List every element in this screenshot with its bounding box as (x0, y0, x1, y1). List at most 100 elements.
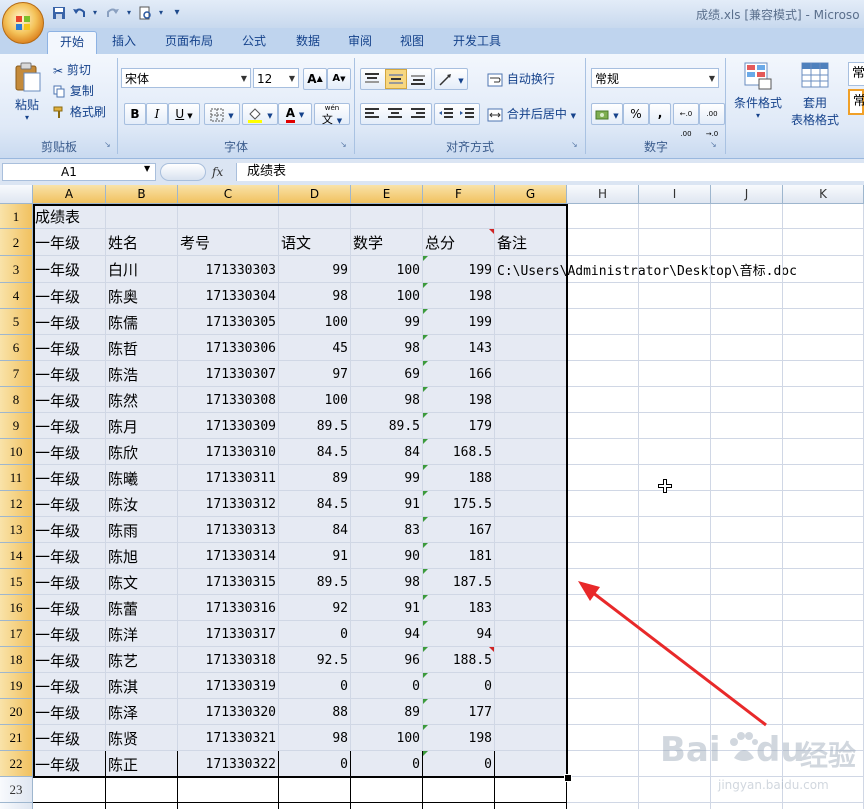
number-format-dropdown-icon[interactable]: ▼ (709, 69, 715, 89)
cut-button[interactable]: ✂ 剪切 (52, 60, 110, 80)
cell-g5[interactable] (495, 309, 567, 335)
cell-g8[interactable] (495, 387, 567, 413)
cell-c7[interactable]: 171330307 (178, 361, 279, 387)
cell-c5[interactable]: 171330305 (178, 309, 279, 335)
cell-f1[interactable] (423, 204, 495, 229)
cell-a22[interactable]: 一年级 (33, 751, 106, 777)
redo-icon[interactable] (106, 6, 120, 20)
cell-b6[interactable]: 陈哲 (106, 335, 178, 361)
cell-c22[interactable]: 171330322 (178, 751, 279, 777)
cell-a9[interactable]: 一年级 (33, 413, 106, 439)
print-preview-icon[interactable] (138, 6, 152, 20)
cell-j3[interactable] (711, 256, 783, 283)
cell-d17[interactable]: 0 (279, 621, 351, 647)
cell-c8[interactable]: 171330308 (178, 387, 279, 413)
cell-d4[interactable]: 98 (279, 283, 351, 309)
align-top-icon[interactable] (364, 72, 380, 86)
cell-h5[interactable] (567, 309, 639, 335)
cell-g3[interactable]: C:\Users\Administrator\Desktop\音标.doc (495, 256, 797, 283)
cell-d18[interactable]: 92.5 (279, 647, 351, 673)
cell-g14[interactable] (495, 543, 567, 569)
cell-g19[interactable] (495, 673, 567, 699)
row-header-13[interactable]: 13 (0, 517, 33, 543)
cell-e9[interactable]: 89.5 (351, 413, 423, 439)
cell-e11[interactable]: 99 (351, 465, 423, 491)
cell-d21[interactable]: 98 (279, 725, 351, 751)
cell-f22[interactable]: 0 (423, 751, 495, 777)
cell-d11[interactable]: 89 (279, 465, 351, 491)
cell-b17[interactable]: 陈洋 (106, 621, 178, 647)
cell-i9[interactable] (639, 413, 711, 439)
cell-a11[interactable]: 一年级 (33, 465, 106, 491)
row-header-19[interactable]: 19 (0, 673, 33, 699)
cell-b23[interactable] (106, 777, 178, 803)
cell-f6[interactable]: 143 (423, 335, 495, 361)
column-header-d[interactable]: D (279, 185, 351, 204)
cell-j10[interactable] (711, 439, 783, 465)
cell-h4[interactable] (567, 283, 639, 309)
row-header-6[interactable]: 6 (0, 335, 33, 361)
cell-a4[interactable]: 一年级 (33, 283, 106, 309)
cell-g21[interactable] (495, 725, 567, 751)
cell-a18[interactable]: 一年级 (33, 647, 106, 673)
row-header-17[interactable]: 17 (0, 621, 33, 647)
fill-dropdown-icon[interactable]: ▼ (267, 112, 272, 120)
cell-f23[interactable] (423, 777, 495, 803)
cell-j7[interactable] (711, 361, 783, 387)
cell-h3[interactable] (567, 256, 639, 283)
cell-g24[interactable] (495, 803, 567, 809)
cell-f19[interactable]: 0 (423, 673, 495, 699)
align-left-icon[interactable] (364, 107, 380, 121)
cell-k13[interactable] (783, 517, 864, 543)
cell-d10[interactable]: 84.5 (279, 439, 351, 465)
increase-indent-icon[interactable] (459, 107, 475, 121)
cell-j2[interactable] (711, 229, 783, 256)
cell-c10[interactable]: 171330310 (178, 439, 279, 465)
cell-g18[interactable] (495, 647, 567, 673)
cell-h13[interactable] (567, 517, 639, 543)
cell-e20[interactable]: 89 (351, 699, 423, 725)
cell-c24[interactable] (178, 803, 279, 809)
cell-k2[interactable] (783, 229, 864, 256)
cell-b5[interactable]: 陈儒 (106, 309, 178, 335)
cell-k6[interactable] (783, 335, 864, 361)
cell-i5[interactable] (639, 309, 711, 335)
cell-a7[interactable]: 一年级 (33, 361, 106, 387)
cell-f14[interactable]: 181 (423, 543, 495, 569)
cell-d23[interactable] (279, 777, 351, 803)
column-header-a[interactable]: A (33, 185, 106, 204)
cell-style-normal-2[interactable]: 常 (848, 89, 864, 115)
font-name-dropdown-icon[interactable]: ▼ (241, 69, 247, 89)
accounting-dropdown-icon[interactable]: ▼ (613, 112, 618, 120)
cell-h2[interactable] (567, 229, 639, 256)
cell-i8[interactable] (639, 387, 711, 413)
cell-a13[interactable]: 一年级 (33, 517, 106, 543)
cell-e7[interactable]: 69 (351, 361, 423, 387)
cell-h1[interactable] (567, 204, 639, 229)
font-color-button[interactable]: A ▼ (278, 103, 312, 125)
cell-i11[interactable] (639, 465, 711, 491)
column-header-h[interactable]: H (567, 185, 639, 204)
cell-d19[interactable]: 0 (279, 673, 351, 699)
cell-a3[interactable]: 一年级 (33, 256, 106, 283)
cell-d1[interactable] (279, 204, 351, 229)
column-header-e[interactable]: E (351, 185, 423, 204)
column-header-b[interactable]: B (106, 185, 178, 204)
cell-c15[interactable]: 171330315 (178, 569, 279, 595)
cell-e13[interactable]: 83 (351, 517, 423, 543)
cell-b1[interactable] (106, 204, 178, 229)
cell-j6[interactable] (711, 335, 783, 361)
cell-c4[interactable]: 171330304 (178, 283, 279, 309)
cell-f20[interactable]: 177 (423, 699, 495, 725)
font-size-dropdown-icon[interactable]: ▼ (289, 69, 295, 89)
cell-b21[interactable]: 陈贤 (106, 725, 178, 751)
column-header-c[interactable]: C (178, 185, 279, 204)
number-launcher-icon[interactable]: ↘ (710, 140, 717, 149)
cell-c21[interactable]: 171330321 (178, 725, 279, 751)
cell-e8[interactable]: 98 (351, 387, 423, 413)
tab-review[interactable]: 审阅 (338, 31, 382, 53)
align-center-icon[interactable] (387, 107, 403, 121)
cell-h9[interactable] (567, 413, 639, 439)
print-dropdown-icon[interactable]: ▾ (154, 6, 168, 20)
cell-a24[interactable] (33, 803, 106, 809)
